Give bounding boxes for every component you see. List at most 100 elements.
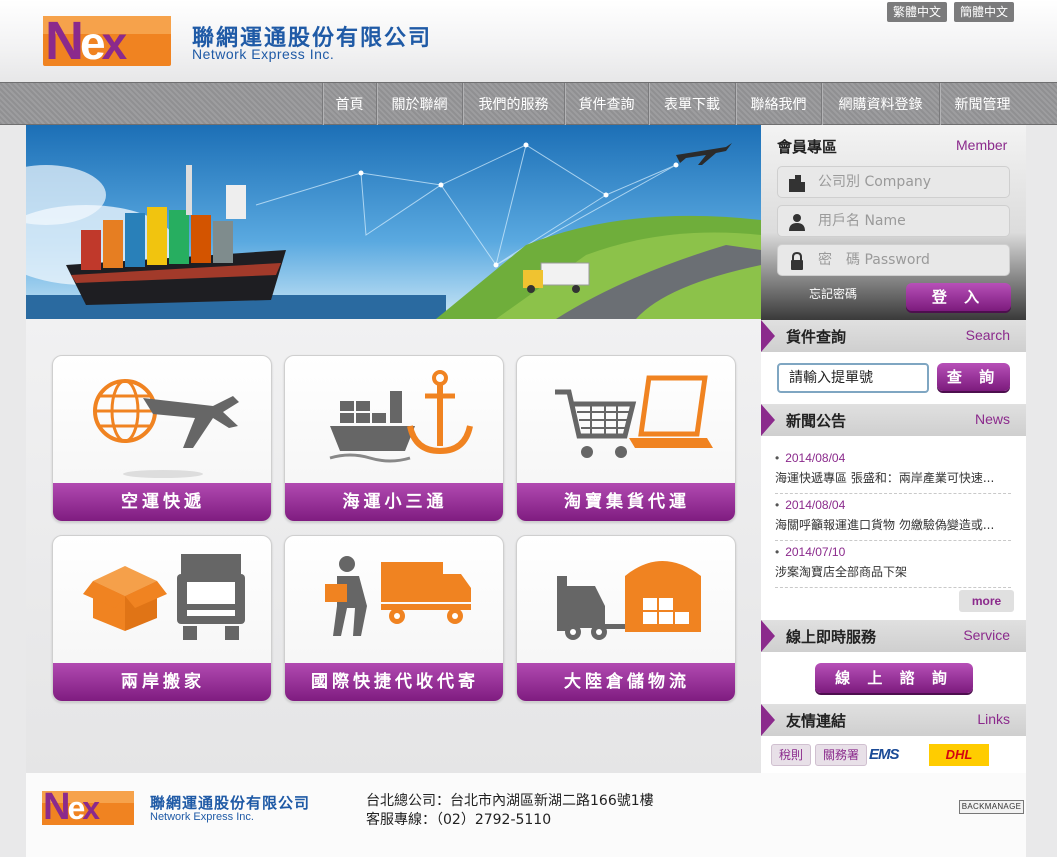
search-title: 貨件查詢 <box>786 328 847 346</box>
member-title-en: Member <box>956 137 1008 153</box>
link-customs[interactable]: 關務署 <box>815 744 867 766</box>
service-tile-taobao[interactable]: 淘寶集貨代運 <box>516 355 736 522</box>
news-date: 2014/08/04 <box>775 498 845 512</box>
hero-banner <box>26 125 761 319</box>
service-tile-warehouse-label: 大陸倉儲物流 <box>517 663 735 701</box>
nav-forms[interactable]: 表單下載 <box>648 83 735 125</box>
nav-contact-label: 聯絡我們 <box>750 97 807 113</box>
news-item[interactable]: 2014/08/04 海運快遞專區 張盛和：兩岸產業可快速... <box>775 447 1011 494</box>
links-title: 友情連結 <box>786 712 847 730</box>
member-title: 會員專區 <box>777 138 838 156</box>
service-tile-courier[interactable]: 國際快捷代收代寄 <box>284 535 504 702</box>
nav-news-admin[interactable]: 新聞管理 <box>939 83 1025 125</box>
service-title: 線上即時服務 <box>786 628 877 646</box>
links-section-header: 友情連結 Links <box>761 704 1026 736</box>
nav-about-label: 關於聯網 <box>391 97 448 113</box>
warehouse-forklift-icon <box>557 561 701 640</box>
search-button[interactable]: 查 詢 <box>937 363 1010 391</box>
services-panel: 空運快遞 海運小三通 淘寶集貨代運 兩岸搬家 國際快捷代收代寄 大陸倉儲物流 <box>26 319 761 773</box>
service-tile-sea[interactable]: 海運小三通 <box>284 355 504 522</box>
nav-tracking[interactable]: 貨件查詢 <box>564 83 648 125</box>
news-date: 2014/07/10 <box>775 545 845 559</box>
sidebar: 會員專區 Member 公司別 Company 用戶名 Name 密 碼 Pas… <box>761 125 1026 773</box>
nav-home-label: 首頁 <box>335 97 364 113</box>
links-title-en: Links <box>977 711 1010 727</box>
nav-tracking-label: 貨件查詢 <box>578 97 635 113</box>
service-tile-courier-label: 國際快捷代收代寄 <box>285 663 503 701</box>
service-tile-moving-label: 兩岸搬家 <box>53 663 271 701</box>
nav-online-shopping-label: 網購資料登錄 <box>838 97 923 113</box>
link-tariff[interactable]: 稅則 <box>771 744 811 766</box>
company-placeholder: 公司別 Company <box>818 174 932 190</box>
footer-company-cn: 聯網運通股份有限公司 <box>150 794 311 812</box>
service-title-en: Service <box>963 627 1010 643</box>
username-placeholder: 用戶名 Name <box>818 213 906 229</box>
section-arrow-icon <box>761 320 775 352</box>
login-button[interactable]: 登 入 <box>906 283 1011 311</box>
nex-logo[interactable]: Nex <box>43 11 171 71</box>
password-field[interactable]: 密 碼 Password <box>777 244 1010 276</box>
service-section-header: 線上即時服務 Service <box>761 620 1026 652</box>
courier-delivery-icon <box>325 556 471 636</box>
section-arrow-icon <box>761 620 775 652</box>
nav-about[interactable]: 關於聯網 <box>376 83 462 125</box>
news-item[interactable]: 2014/07/10 涉案淘寶店全部商品下架 <box>775 541 1011 588</box>
main-nav: 首頁 關於聯網 我們的服務 貨件查詢 表單下載 聯絡我們 網購資料登錄 新聞管理 <box>0 82 1057 125</box>
user-icon <box>789 214 805 231</box>
dhl-logo-link[interactable]: DHL <box>929 744 989 766</box>
ems-logo-link[interactable]: EMS <box>869 744 927 766</box>
nav-home[interactable]: 首頁 <box>322 83 376 125</box>
section-arrow-icon <box>761 704 775 736</box>
hero-illustration <box>26 125 761 319</box>
tracking-number-input[interactable]: 請輸入提單號 <box>777 363 929 393</box>
building-icon <box>789 175 805 192</box>
taobao-shopping-icon <box>555 375 713 458</box>
lock-icon <box>791 252 803 270</box>
service-tile-warehouse[interactable]: 大陸倉儲物流 <box>516 535 736 702</box>
password-placeholder: 密 碼 Password <box>818 252 930 268</box>
section-arrow-icon <box>761 404 775 436</box>
footer-logo: Nex <box>42 786 134 828</box>
news-title: 新聞公告 <box>786 412 847 430</box>
online-consult-button[interactable]: 線 上 諮 詢 <box>815 663 973 693</box>
service-tile-air-label: 空運快遞 <box>53 483 271 521</box>
nav-contact[interactable]: 聯絡我們 <box>735 83 821 125</box>
lang-traditional-button[interactable]: 繁體中文 <box>887 2 948 22</box>
nav-forms-label: 表單下載 <box>664 97 720 113</box>
news-headline[interactable]: 海運快遞專區 張盛和：兩岸產業可快速... <box>775 469 1011 486</box>
air-freight-icon <box>93 379 239 478</box>
member-panel: 會員專區 Member 公司別 Company 用戶名 Name 密 碼 Pas… <box>761 125 1026 320</box>
nav-online-shopping[interactable]: 網購資料登錄 <box>821 83 939 125</box>
news-section-header: 新聞公告 News <box>761 404 1026 436</box>
service-tile-moving[interactable]: 兩岸搬家 <box>52 535 272 702</box>
news-more-button[interactable]: more <box>959 590 1014 612</box>
service-tile-taobao-label: 淘寶集貨代運 <box>517 483 735 521</box>
news-date: 2014/08/04 <box>775 451 845 465</box>
site-header: Nex 聯網運通股份有限公司 Network Express Inc. 繁體中文… <box>0 0 1057 82</box>
news-headline[interactable]: 涉案淘寶店全部商品下架 <box>775 563 1011 580</box>
search-title-en: Search <box>965 327 1010 343</box>
service-tile-sea-label: 海運小三通 <box>285 483 503 521</box>
nav-news-admin-label: 新聞管理 <box>954 97 1011 113</box>
nav-services-label: 我們的服務 <box>478 97 549 113</box>
forgot-password-link[interactable]: 忘記密碼 <box>809 285 857 302</box>
company-field[interactable]: 公司別 Company <box>777 166 1010 198</box>
backmanage-button[interactable]: BACKMANAGE <box>959 800 1024 814</box>
news-headline[interactable]: 海關呼籲報運進口貨物 勿繳驗偽變造或... <box>775 516 1011 533</box>
logo-letters: Nex <box>45 11 127 71</box>
lang-simplified-button[interactable]: 簡體中文 <box>954 2 1015 22</box>
service-tile-air[interactable]: 空運快遞 <box>52 355 272 522</box>
company-name-en: Network Express Inc. <box>192 46 335 62</box>
footer-logo-letters: Nex <box>43 786 100 828</box>
footer-phone: 客服專線：（02）2792-5110 <box>366 812 552 828</box>
nav-services[interactable]: 我們的服務 <box>462 83 564 125</box>
footer-address: 台北總公司：台北市內湖區新湖二路166號1樓 <box>366 793 654 809</box>
news-item[interactable]: 2014/08/04 海關呼籲報運進口貨物 勿繳驗偽變造或... <box>775 494 1011 541</box>
username-field[interactable]: 用戶名 Name <box>777 205 1010 237</box>
news-title-en: News <box>974 411 1010 427</box>
site-footer: Nex 聯網運通股份有限公司 Network Express Inc. 台北總公… <box>26 773 1026 857</box>
search-section-header: 貨件查詢 Search <box>761 320 1026 352</box>
sea-freight-icon <box>329 370 473 463</box>
footer-company-en: Network Express Inc. <box>150 811 254 823</box>
moving-box-truck-icon <box>83 554 245 640</box>
